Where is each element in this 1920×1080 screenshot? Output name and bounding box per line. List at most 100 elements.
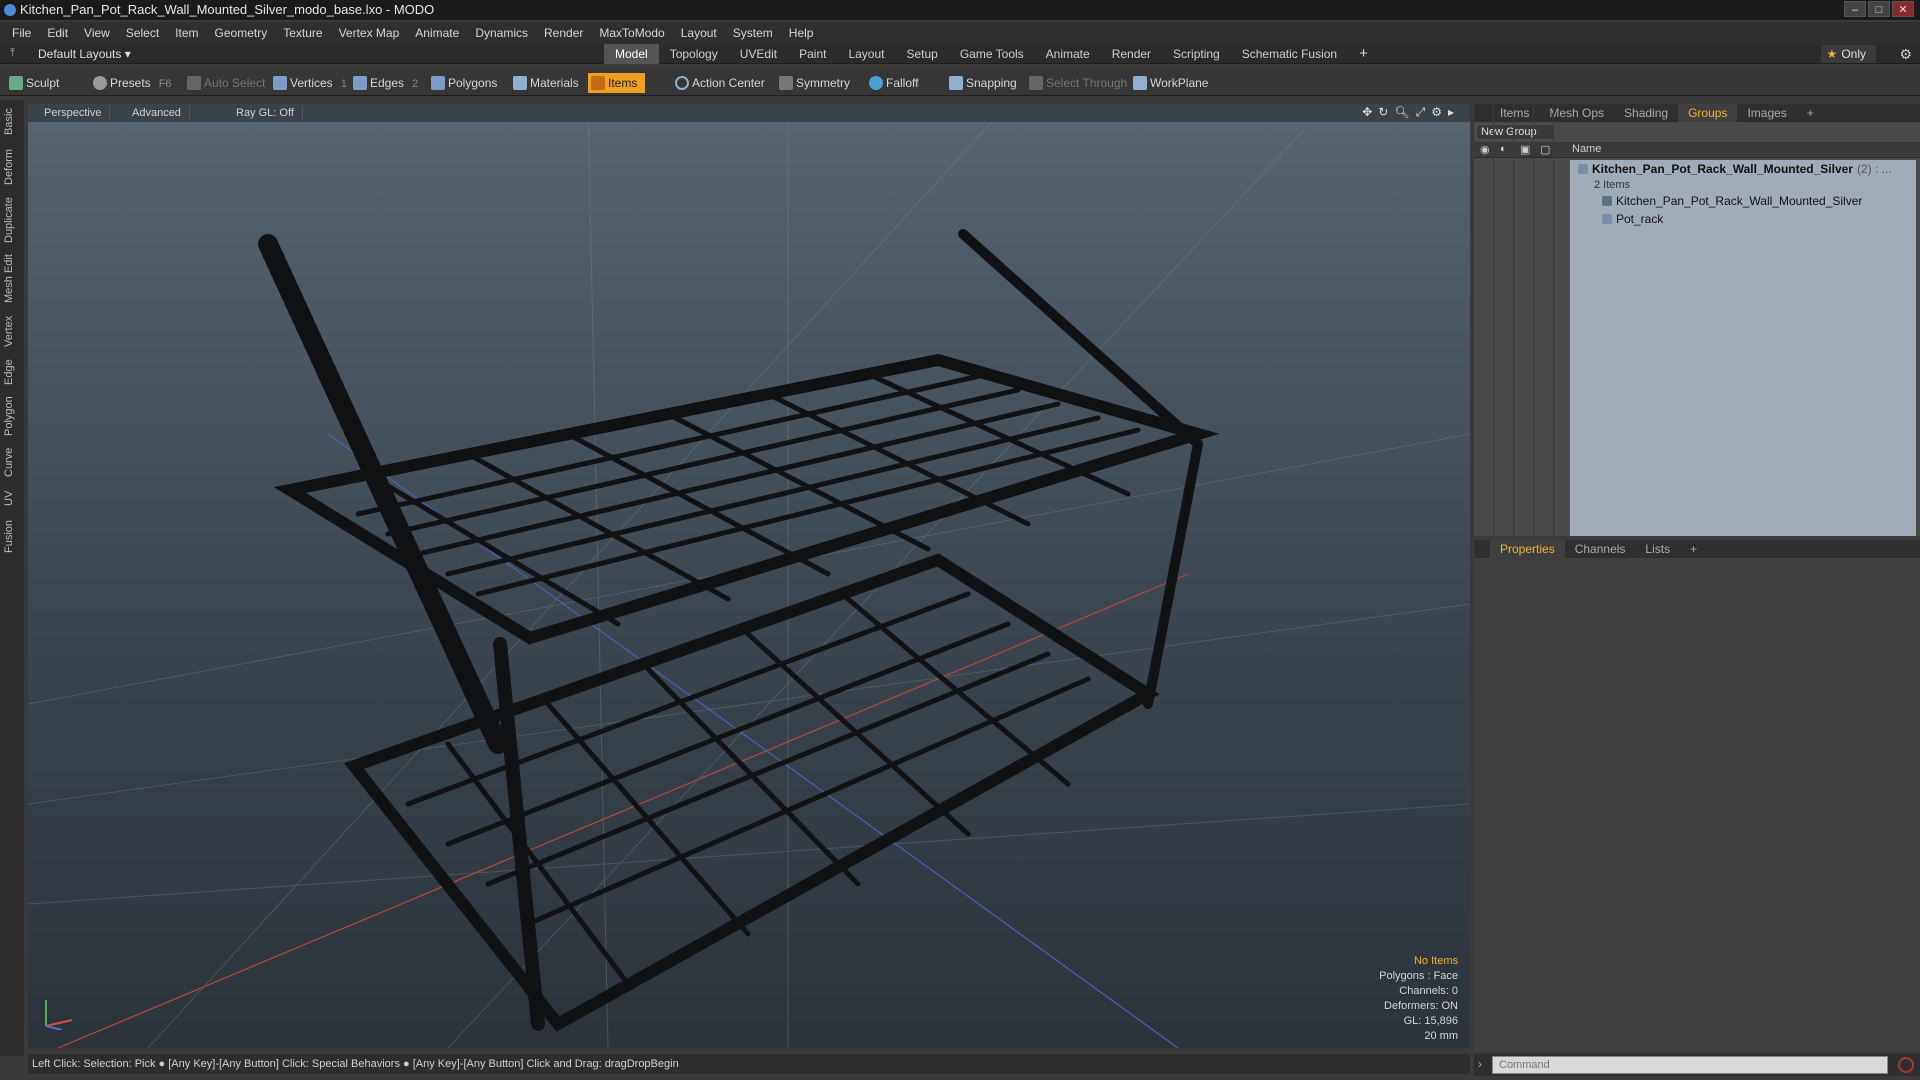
3d-viewport[interactable]: Perspective Advanced Ray GL: Off ✥ ↻ 🔍︎ … [28, 104, 1470, 1048]
menu-item[interactable]: Item [167, 22, 206, 44]
action-center-button[interactable]: Action Center [672, 73, 765, 93]
menu-animate[interactable]: Animate [407, 22, 467, 44]
tab-schematic-fusion[interactable]: Schematic Fusion [1231, 44, 1348, 64]
snapping-icon [949, 76, 963, 90]
select-column [1534, 104, 1554, 536]
select-through-button[interactable]: Select Through [1026, 73, 1127, 93]
tab-lists[interactable]: Lists [1635, 540, 1680, 558]
rail-tab-mesh-edit[interactable]: Mesh Edit [3, 252, 21, 306]
menu-texture[interactable]: Texture [275, 22, 330, 44]
tab-game-tools[interactable]: Game Tools [949, 44, 1035, 64]
tab-channels[interactable]: Channels [1565, 540, 1636, 558]
rail-tab-polygon[interactable]: Polygon [3, 394, 21, 438]
rail-tab-curve[interactable]: Curve [3, 444, 21, 480]
move-view-icon[interactable]: ✥ [1362, 105, 1372, 120]
maximize-button[interactable]: □ [1868, 1, 1890, 17]
command-clear-icon[interactable] [1898, 1057, 1914, 1073]
rail-tab-duplicate[interactable]: Duplicate [3, 194, 21, 246]
menu-edit[interactable]: Edit [39, 22, 76, 44]
falloff-button[interactable]: Falloff [866, 73, 918, 93]
polygons-button[interactable]: Polygons [428, 73, 497, 93]
auto-select-icon [187, 76, 201, 90]
rail-tab-edge[interactable]: Edge [3, 356, 21, 388]
tab-animate[interactable]: Animate [1035, 44, 1101, 64]
tab-uvedit[interactable]: UVEdit [729, 44, 788, 64]
lock-column [1514, 104, 1534, 536]
tab-scripting[interactable]: Scripting [1162, 44, 1231, 64]
viewport-settings-icon[interactable]: ⚙ [1431, 105, 1442, 120]
rail-tab-deform[interactable]: Deform [3, 146, 21, 188]
menu-render[interactable]: Render [536, 22, 591, 44]
menu-select[interactable]: Select [118, 22, 167, 44]
tab-groups[interactable]: Groups [1678, 104, 1738, 122]
name-column-header[interactable]: Name [1572, 143, 1601, 155]
falloff-icon [869, 76, 883, 90]
rotate-view-icon[interactable]: ↻ [1378, 105, 1388, 120]
menu-bar: File Edit View Select Item Geometry Text… [0, 22, 1920, 44]
command-arrow-icon: › [1478, 1057, 1482, 1071]
vertices-button[interactable]: Vertices 1 [270, 73, 347, 93]
view-perspective-button[interactable]: Perspective [36, 106, 111, 120]
group-row[interactable]: Kitchen_Pan_Pot_Rack_Wall_Mounted_Silver… [1570, 160, 1916, 178]
presets-button[interactable]: Presets F6 [90, 73, 172, 93]
command-input[interactable] [1492, 1056, 1888, 1074]
scene-render [28, 104, 1470, 1048]
rail-tab-basic[interactable]: Basic [3, 104, 21, 140]
add-properties-tab-button[interactable]: + [1680, 540, 1707, 558]
add-tab-button[interactable]: + [1348, 44, 1379, 64]
tab-shading[interactable]: Shading [1614, 104, 1678, 122]
left-tool-rail: Basic Deform Duplicate Mesh Edit Vertex … [0, 100, 24, 1056]
items-icon [591, 76, 605, 90]
only-button[interactable]: ★ Only [1820, 45, 1876, 63]
minimize-button[interactable]: – [1844, 1, 1866, 17]
tree-item-mesh[interactable]: Kitchen_Pan_Pot_Rack_Wall_Mounted_Silver [1570, 192, 1916, 210]
gear-icon[interactable]: ⚙ [1899, 45, 1912, 63]
menu-view[interactable]: View [76, 22, 118, 44]
default-layouts-dropdown[interactable]: Default Layouts ▾ [38, 47, 131, 61]
tab-images[interactable]: Images [1737, 104, 1796, 122]
menu-help[interactable]: Help [781, 22, 822, 44]
only-label: Only [1841, 47, 1866, 61]
edges-button[interactable]: Edges 2 [350, 73, 418, 93]
items-button[interactable]: Items [588, 73, 646, 93]
zoom-view-icon[interactable]: 🔍︎ [1394, 105, 1409, 120]
materials-button[interactable]: Materials [510, 73, 579, 93]
auto-select-button[interactable]: Auto Select [184, 73, 265, 93]
shading-advanced-button[interactable]: Advanced [124, 106, 190, 120]
close-button[interactable]: ✕ [1892, 1, 1914, 17]
tab-paint[interactable]: Paint [788, 44, 837, 64]
add-panel-tab-button[interactable]: + [1797, 104, 1824, 122]
tree-item-pot-rack[interactable]: Pot_rack [1570, 210, 1916, 228]
menu-dynamics[interactable]: Dynamics [467, 22, 536, 44]
symmetry-button[interactable]: Symmetry [776, 73, 850, 93]
vertices-icon [273, 76, 287, 90]
rail-tab-fusion[interactable]: Fusion [3, 516, 21, 556]
menu-geometry[interactable]: Geometry [207, 22, 276, 44]
tab-properties[interactable]: Properties [1490, 540, 1565, 558]
workplane-button[interactable]: WorkPlane [1130, 73, 1208, 93]
grid-scale: 20 mm [1424, 1030, 1458, 1042]
rail-tab-vertex[interactable]: Vertex [3, 312, 21, 350]
brush-icon [9, 76, 23, 90]
status-bar: Left Click: Selection: Pick ● [Any Key]-… [28, 1054, 1470, 1074]
snapping-button[interactable]: Snapping [946, 73, 1017, 93]
tab-layout[interactable]: Layout [837, 44, 895, 64]
menu-maxtomodo[interactable]: MaxToModo [591, 22, 672, 44]
tab-render[interactable]: Render [1101, 44, 1162, 64]
axis-gizmo [42, 994, 78, 1031]
viewport-expand-icon[interactable]: ▸ [1448, 105, 1454, 120]
tab-setup[interactable]: Setup [895, 44, 948, 64]
action-center-icon [675, 76, 689, 90]
fit-view-icon[interactable]: ⤢ [1416, 105, 1426, 120]
menu-file[interactable]: File [4, 22, 39, 44]
selection-status: No Items [1413, 955, 1458, 967]
menu-layout[interactable]: Layout [673, 22, 725, 44]
sculpt-button[interactable]: Sculpt [6, 73, 59, 93]
menu-vertex-map[interactable]: Vertex Map [331, 22, 408, 44]
raygl-button[interactable]: Ray GL: Off [228, 106, 303, 120]
menu-system[interactable]: System [725, 22, 781, 44]
tab-model[interactable]: Model [604, 44, 659, 64]
tab-topology[interactable]: Topology [659, 44, 729, 64]
rail-tab-uv[interactable]: UV [3, 486, 21, 510]
pin-icon[interactable]: ⤒ [10, 47, 15, 60]
